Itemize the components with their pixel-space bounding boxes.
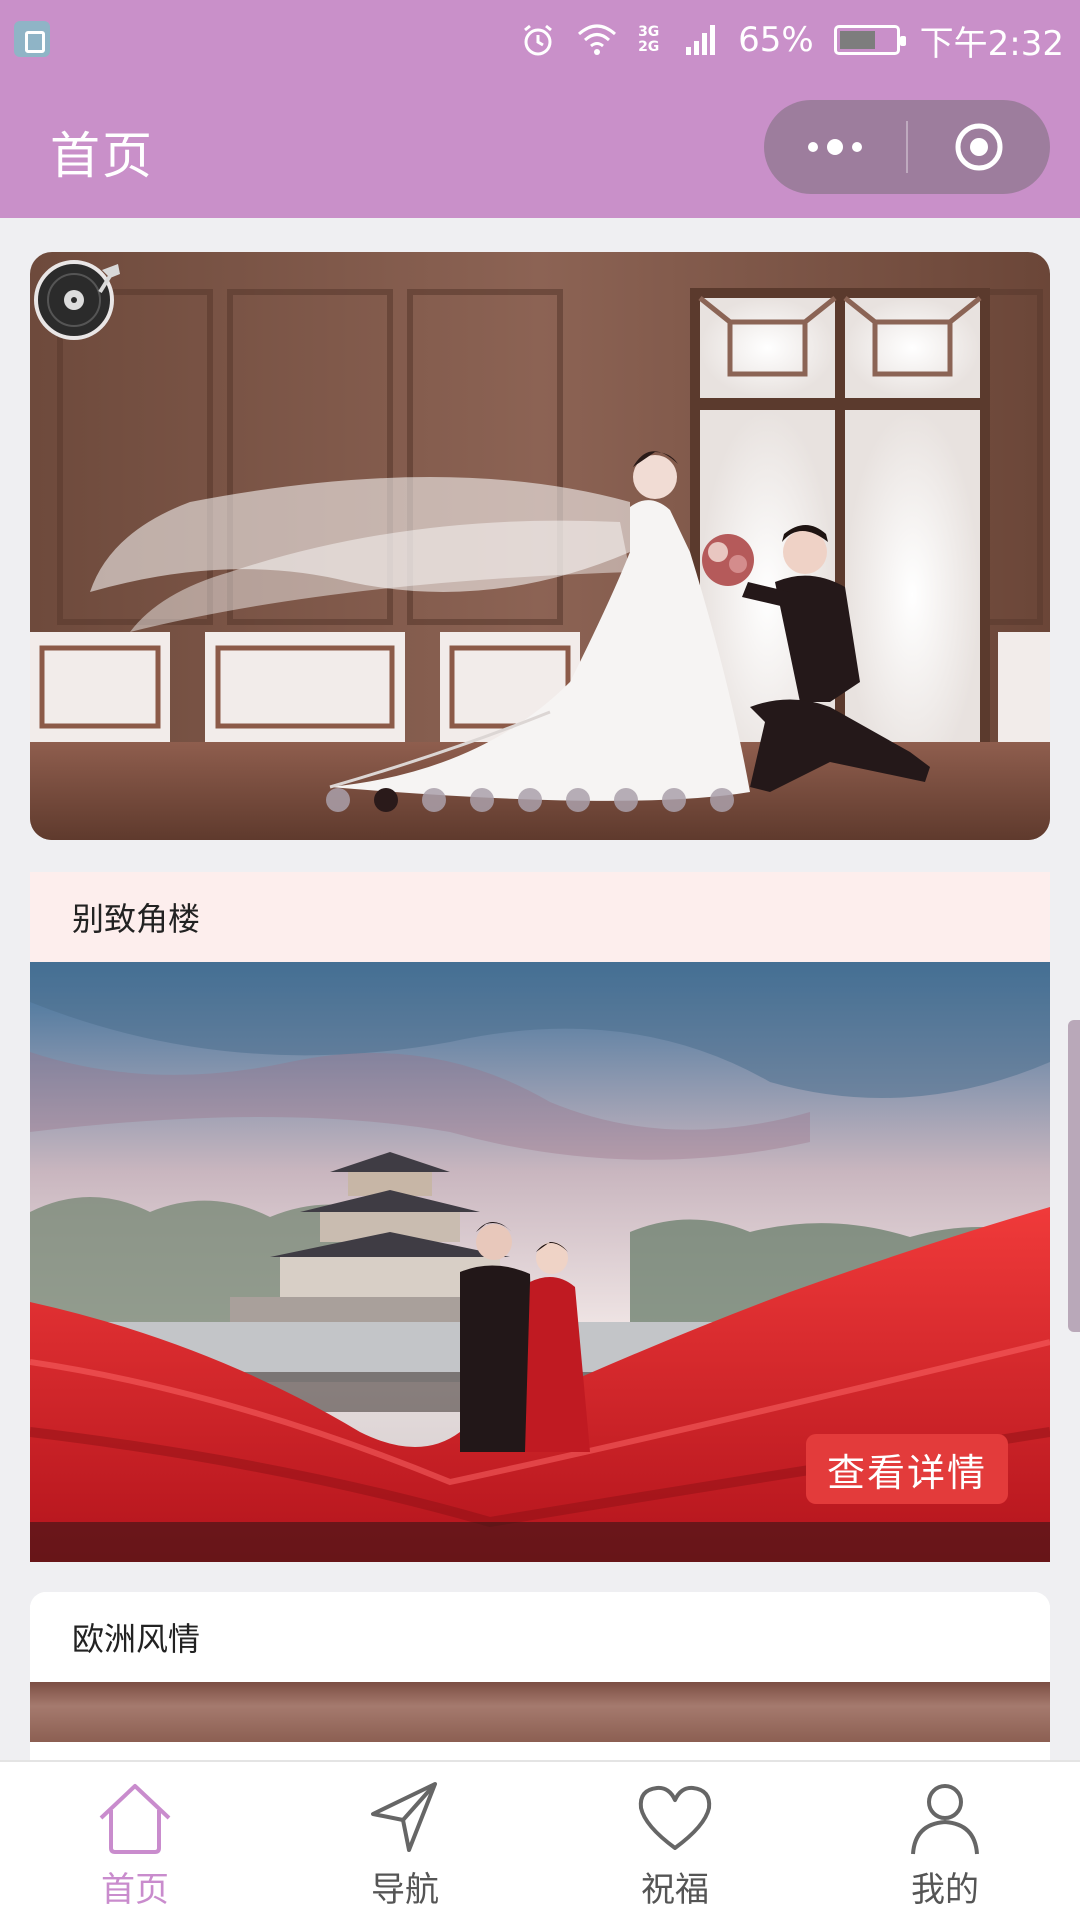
- scroll-handle[interactable]: [1068, 1020, 1080, 1332]
- tab-blessing[interactable]: 祝福: [540, 1762, 810, 1920]
- navigation-bar: 首页: [0, 80, 1080, 218]
- swiper-dot[interactable]: [422, 788, 446, 812]
- swiper-dot[interactable]: [374, 788, 398, 812]
- page-title: 首页: [50, 127, 154, 185]
- swiper-dot[interactable]: [470, 788, 494, 812]
- tab-home[interactable]: 首页: [0, 1762, 270, 1920]
- card-title: 欧洲风情: [30, 1592, 1050, 1682]
- mini-program-capsule: [764, 100, 1050, 194]
- vinyl-record-icon[interactable]: [30, 252, 126, 348]
- swiper-dot[interactable]: [326, 788, 350, 812]
- tab-label: 我的: [911, 1870, 979, 1910]
- heart-icon: [638, 1785, 712, 1850]
- banner-swiper[interactable]: [30, 252, 1050, 840]
- navigation-arrow-icon: [371, 1782, 437, 1852]
- network-type: 3G 2G: [638, 24, 660, 55]
- app-notification-icon: [14, 21, 50, 57]
- tab-bar: 首页 导航 祝福 我的: [0, 1760, 1080, 1920]
- card-image[interactable]: [30, 1682, 1050, 1742]
- swiper-dot[interactable]: [614, 788, 638, 812]
- alarm-icon: [524, 24, 552, 56]
- page-content[interactable]: 别致角楼 查看详情 欧洲风情: [0, 218, 1080, 1760]
- photo-card[interactable]: 别致角楼 查看详情: [30, 872, 1050, 1562]
- wifi-icon: [578, 24, 617, 55]
- status-bar: 3G 2G 65% 下午2:32: [0, 0, 1080, 80]
- home-icon: [99, 1784, 171, 1854]
- swiper-dot[interactable]: [662, 788, 686, 812]
- tab-label: 祝福: [641, 1870, 709, 1910]
- card-image[interactable]: 查看详情: [30, 962, 1050, 1562]
- swiper-dot[interactable]: [710, 788, 734, 812]
- status-icons: 3G 2G 65% 下午2:32: [520, 18, 1064, 64]
- battery-icon: [833, 25, 906, 55]
- banner-wedding-photo: [30, 252, 1050, 840]
- close-mini-program-button[interactable]: [908, 100, 1050, 194]
- swiper-dot[interactable]: [566, 788, 590, 812]
- more-button[interactable]: [764, 100, 906, 194]
- user-icon: [911, 1784, 979, 1855]
- status-time: 下午2:32: [919, 23, 1064, 64]
- tab-profile[interactable]: 我的: [810, 1762, 1080, 1920]
- view-details-button[interactable]: 查看详情: [806, 1434, 1008, 1504]
- signal-icon: [686, 25, 716, 55]
- swiper-dot[interactable]: [518, 788, 542, 812]
- battery-percent: 65%: [738, 20, 814, 60]
- photo-card[interactable]: 欧洲风情: [30, 1592, 1050, 1760]
- target-circle-icon: [955, 123, 1003, 171]
- battery-level: [839, 31, 875, 49]
- tab-label: 导航: [371, 1870, 439, 1910]
- card-title: 别致角楼: [30, 872, 1050, 962]
- swiper-indicator: [30, 788, 1050, 812]
- more-dots-icon: [808, 139, 862, 155]
- tab-label: 首页: [101, 1870, 169, 1910]
- tab-navigation[interactable]: 导航: [270, 1762, 540, 1920]
